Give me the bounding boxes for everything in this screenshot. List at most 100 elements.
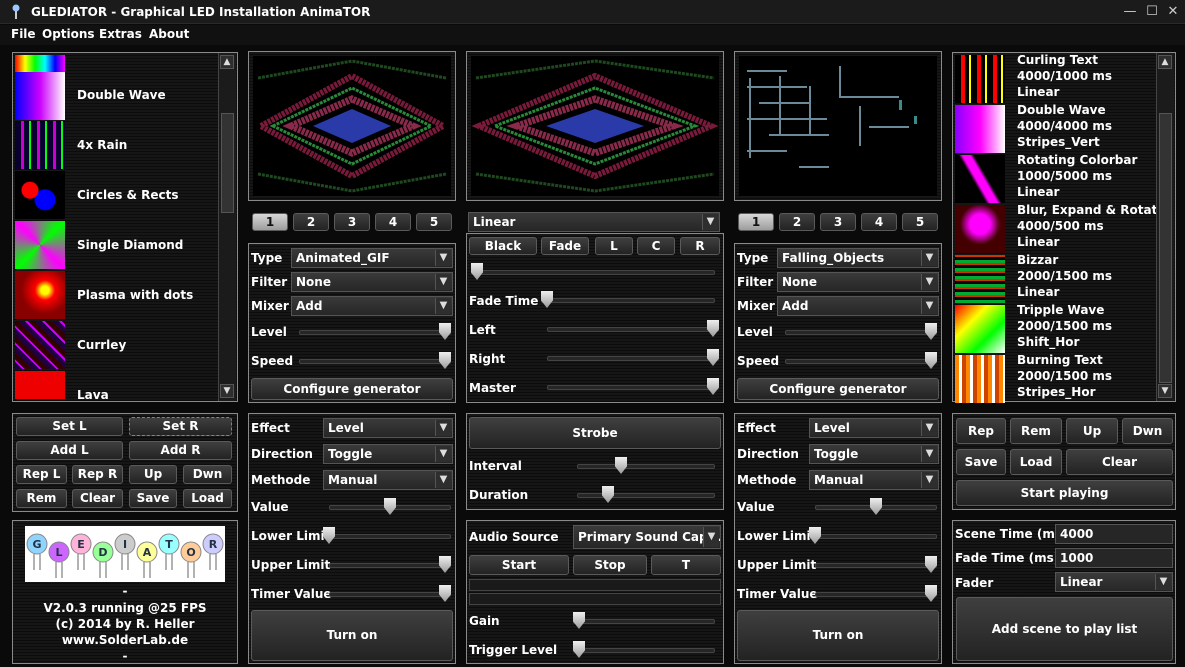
black-button[interactable]: Black — [469, 237, 537, 255]
upper-limit-slider[interactable] — [815, 556, 937, 573]
generator-item[interactable]: Single Diamond — [77, 238, 183, 252]
methode-select[interactable]: Manual ▼ — [809, 470, 939, 490]
fader-select[interactable]: Linear ▼ — [1055, 572, 1173, 592]
slider-knob[interactable] — [615, 457, 627, 474]
trigger-level-slider[interactable] — [573, 641, 715, 658]
scroll-down-icon[interactable]: ▼ — [220, 384, 234, 398]
slider-knob[interactable] — [707, 378, 719, 395]
scene-name[interactable]: Bizzar — [1017, 253, 1058, 267]
filter-select[interactable]: None ▼ — [777, 272, 939, 292]
start-playing-button[interactable]: Start playing — [956, 480, 1173, 506]
generator-item[interactable]: Currley — [77, 338, 126, 352]
left-slider[interactable] — [547, 320, 719, 337]
slider-knob[interactable] — [870, 498, 882, 515]
remove-button[interactable]: Rem — [1010, 418, 1062, 444]
fade-button[interactable]: Fade — [541, 237, 589, 255]
save-button[interactable]: Save — [956, 449, 1006, 475]
speed-slider[interactable] — [299, 352, 451, 369]
load-button[interactable]: Load — [1010, 449, 1062, 475]
slider-knob[interactable] — [602, 486, 614, 503]
scroll-thumb[interactable] — [221, 113, 234, 213]
crossfade-slider[interactable] — [471, 263, 715, 280]
scroll-up-icon[interactable]: ▲ — [220, 55, 234, 69]
channel-tab-1[interactable]: 1 — [252, 213, 288, 231]
generator-item[interactable]: Lava — [77, 388, 109, 402]
add-scene-button[interactable]: Add scene to play list — [956, 597, 1173, 661]
up-button[interactable]: Up — [129, 465, 177, 484]
turn-on-button[interactable]: Turn on — [737, 610, 939, 661]
remove-button[interactable]: Rem — [16, 489, 67, 508]
center-button[interactable]: C — [637, 237, 675, 255]
scroll-up-icon[interactable]: ▲ — [1158, 55, 1172, 69]
generator-item[interactable]: Plasma with dots — [77, 288, 193, 302]
set-l-button[interactable]: Set L — [16, 417, 123, 436]
fade-time-input[interactable]: 1000 — [1055, 548, 1173, 568]
filter-select[interactable]: None ▼ — [291, 272, 453, 292]
lower-limit-slider[interactable] — [323, 527, 451, 544]
audio-t-button[interactable]: T — [651, 555, 721, 575]
audio-stop-button[interactable]: Stop — [573, 555, 647, 575]
clear-button[interactable]: Clear — [72, 489, 123, 508]
rep-l-button[interactable]: Rep L — [16, 465, 67, 484]
slider-knob[interactable] — [707, 320, 719, 337]
value-slider[interactable] — [329, 498, 451, 515]
configure-generator-button[interactable]: Configure generator — [737, 378, 939, 400]
scene-name[interactable]: Burning Text — [1017, 353, 1103, 367]
master-slider[interactable] — [547, 378, 719, 395]
upper-limit-slider[interactable] — [329, 556, 451, 573]
channel-tab-2[interactable]: 2 — [293, 213, 329, 231]
generator-scrollbar[interactable]: ▲ ▼ — [218, 53, 236, 401]
maximize-icon[interactable]: ☐ — [1143, 3, 1161, 21]
mixer-select[interactable]: Add ▼ — [291, 296, 453, 316]
generator-item[interactable]: Double Wave — [77, 88, 166, 102]
add-l-button[interactable]: Add L — [16, 441, 123, 460]
audio-source-select[interactable]: Primary Sound Cap... ▼ — [573, 525, 721, 549]
scroll-thumb[interactable] — [1159, 113, 1172, 383]
effect-select[interactable]: Level ▼ — [323, 418, 453, 438]
close-icon[interactable]: ✕ — [1164, 3, 1182, 21]
load-button[interactable]: Load — [183, 489, 232, 508]
level-slider[interactable] — [299, 323, 451, 340]
slider-knob[interactable] — [541, 291, 553, 308]
slider-knob[interactable] — [925, 323, 937, 340]
slider-knob[interactable] — [439, 556, 451, 573]
down-button[interactable]: Dwn — [183, 465, 232, 484]
scene-name[interactable]: Curling Text — [1017, 53, 1098, 67]
down-button[interactable]: Dwn — [1122, 418, 1173, 444]
save-button[interactable]: Save — [129, 489, 177, 508]
mixer-select[interactable]: Add ▼ — [777, 296, 939, 316]
duration-slider[interactable] — [577, 486, 715, 503]
right-button[interactable]: R — [680, 237, 720, 255]
add-r-button[interactable]: Add R — [129, 441, 232, 460]
up-button[interactable]: Up — [1066, 418, 1118, 444]
speed-slider[interactable] — [785, 352, 937, 369]
channel-tab-1[interactable]: 1 — [738, 213, 774, 231]
effect-select[interactable]: Level ▼ — [809, 418, 939, 438]
scene-name[interactable]: Blur, Expand & Rotate — [1017, 203, 1165, 217]
direction-select[interactable]: Toggle ▼ — [809, 444, 939, 464]
methode-select[interactable]: Manual ▼ — [323, 470, 453, 490]
strobe-button[interactable]: Strobe — [469, 417, 721, 449]
slider-knob[interactable] — [573, 612, 585, 629]
menu-extras[interactable]: Extras — [99, 27, 142, 41]
turn-on-button[interactable]: Turn on — [251, 610, 453, 661]
slider-knob[interactable] — [925, 352, 937, 369]
channel-tab-3[interactable]: 3 — [334, 213, 370, 231]
configure-generator-button[interactable]: Configure generator — [251, 378, 453, 400]
channel-tab-4[interactable]: 4 — [861, 213, 897, 231]
scene-name[interactable]: Double Wave — [1017, 103, 1106, 117]
menu-about[interactable]: About — [149, 27, 189, 41]
fade-mode-select[interactable]: Linear ▼ — [468, 212, 720, 232]
type-select[interactable]: Falling_Objects ▼ — [777, 248, 939, 268]
rep-r-button[interactable]: Rep R — [72, 465, 123, 484]
set-r-button[interactable]: Set R — [129, 417, 232, 436]
channel-tab-3[interactable]: 3 — [820, 213, 856, 231]
slider-knob[interactable] — [573, 641, 585, 658]
slider-knob[interactable] — [707, 349, 719, 366]
slider-knob[interactable] — [925, 585, 937, 602]
lower-limit-slider[interactable] — [809, 527, 937, 544]
channel-tab-5[interactable]: 5 — [902, 213, 938, 231]
interval-slider[interactable] — [577, 457, 715, 474]
playlist-scrollbar[interactable]: ▲ ▼ — [1156, 53, 1174, 401]
slider-knob[interactable] — [439, 352, 451, 369]
